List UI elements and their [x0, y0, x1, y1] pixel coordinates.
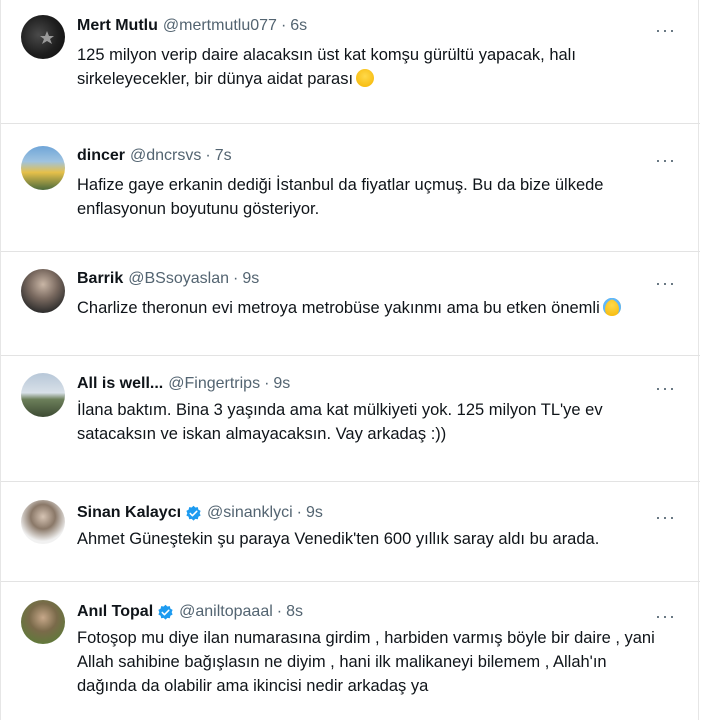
user-handle[interactable]: @aniltopaaal — [179, 603, 273, 621]
tweet[interactable]: Barrik @BSsoyaslan · 9s ··· Charlize the… — [1, 252, 700, 356]
more-options-icon[interactable]: ··· — [655, 508, 676, 526]
tweet[interactable]: Sinan Kalaycı @sinanklyci · 9s ··· Ahmet… — [1, 482, 700, 582]
tweet-header: dincer @dncrsvs · 7s — [77, 147, 232, 165]
separator-dot: · — [264, 375, 270, 392]
more-options-icon[interactable]: ··· — [655, 274, 676, 292]
tweet-text: Fotoşop mu diye ilan numarasına girdim ,… — [77, 629, 655, 695]
crying-laughing-face-icon — [602, 298, 621, 316]
tweet-header: Barrik @BSsoyaslan · 9s — [77, 270, 259, 288]
tweet-text-block: 125 milyon verip daire alacaksın üst kat… — [77, 43, 660, 91]
tweet[interactable]: All is well... @Fingertrips · 9s ··· İla… — [1, 356, 700, 482]
avatar[interactable] — [21, 600, 65, 644]
timestamp[interactable]: 6s — [290, 17, 307, 35]
timestamp[interactable]: 9s — [273, 375, 290, 393]
avatar[interactable] — [21, 500, 65, 544]
user-handle[interactable]: @BSsoyaslan — [128, 270, 229, 288]
separator-dot: · — [296, 504, 302, 521]
tweet-text: Charlize theronun evi metroya metrobüse … — [77, 299, 600, 317]
display-name[interactable]: dincer — [77, 147, 125, 165]
tweet-text: Ahmet Güneştekin şu paraya Venedik'ten 6… — [77, 530, 600, 548]
tweet[interactable]: Anıl Topal @aniltopaaal · 8s ··· Fotoşop… — [1, 582, 700, 720]
timestamp[interactable]: 8s — [286, 603, 303, 621]
display-name[interactable]: Anıl Topal — [77, 603, 153, 621]
tweet-text: Hafize gaye erkanin dediği İstanbul da f… — [77, 176, 604, 218]
avatar[interactable] — [21, 15, 65, 59]
tweet-header: Mert Mutlu @mertmutlu077 · 6s — [77, 17, 307, 35]
user-handle[interactable]: @Fingertrips — [168, 375, 260, 393]
separator-dot: · — [280, 17, 287, 34]
separator-dot: · — [205, 147, 211, 164]
display-name[interactable]: Sinan Kalaycı — [77, 504, 181, 522]
tweet[interactable]: Mert Mutlu @mertmutlu077 · 6s ··· 125 mi… — [1, 0, 700, 124]
grinning-face-icon — [356, 69, 375, 87]
tweet-header: Sinan Kalaycı @sinanklyci · 9s — [77, 504, 323, 522]
user-handle[interactable]: @sinanklyci — [207, 504, 293, 522]
user-handle[interactable]: @mertmutlu077 — [163, 17, 277, 35]
tweet-text: İlana baktım. Bina 3 yaşında ama kat mül… — [77, 401, 603, 443]
tweet-text-block: Charlize theronun evi metroya metrobüse … — [77, 296, 660, 320]
more-options-icon[interactable]: ··· — [655, 607, 676, 625]
verified-badge-icon[interactable] — [157, 604, 174, 621]
separator-dot: · — [232, 270, 239, 287]
separator-dot: · — [276, 603, 283, 620]
timestamp[interactable]: 7s — [215, 147, 232, 165]
verified-badge-icon[interactable] — [185, 505, 202, 522]
tweet-text: 125 milyon verip daire alacaksın üst kat… — [77, 46, 576, 88]
avatar[interactable] — [21, 373, 65, 417]
more-options-icon[interactable]: ··· — [655, 379, 676, 397]
user-handle[interactable]: @dncrsvs — [130, 147, 201, 165]
avatar[interactable] — [21, 269, 65, 313]
timestamp[interactable]: 9s — [242, 270, 259, 288]
display-name[interactable]: All is well... — [77, 375, 163, 393]
timeline-feed: Mert Mutlu @mertmutlu077 · 6s ··· 125 mi… — [0, 0, 700, 720]
display-name[interactable]: Barrik — [77, 270, 123, 288]
tweet-header: All is well... @Fingertrips · 9s — [77, 375, 290, 393]
display-name[interactable]: Mert Mutlu — [77, 17, 158, 35]
more-options-icon[interactable]: ··· — [655, 151, 676, 169]
avatar[interactable] — [21, 146, 65, 190]
more-options-icon[interactable]: ··· — [655, 21, 676, 39]
tweet-header: Anıl Topal @aniltopaaal · 8s — [77, 603, 303, 621]
tweet[interactable]: dincer @dncrsvs · 7s ··· Hafize gaye erk… — [1, 124, 700, 252]
avatar-image — [40, 31, 54, 44]
timestamp[interactable]: 9s — [306, 504, 323, 522]
